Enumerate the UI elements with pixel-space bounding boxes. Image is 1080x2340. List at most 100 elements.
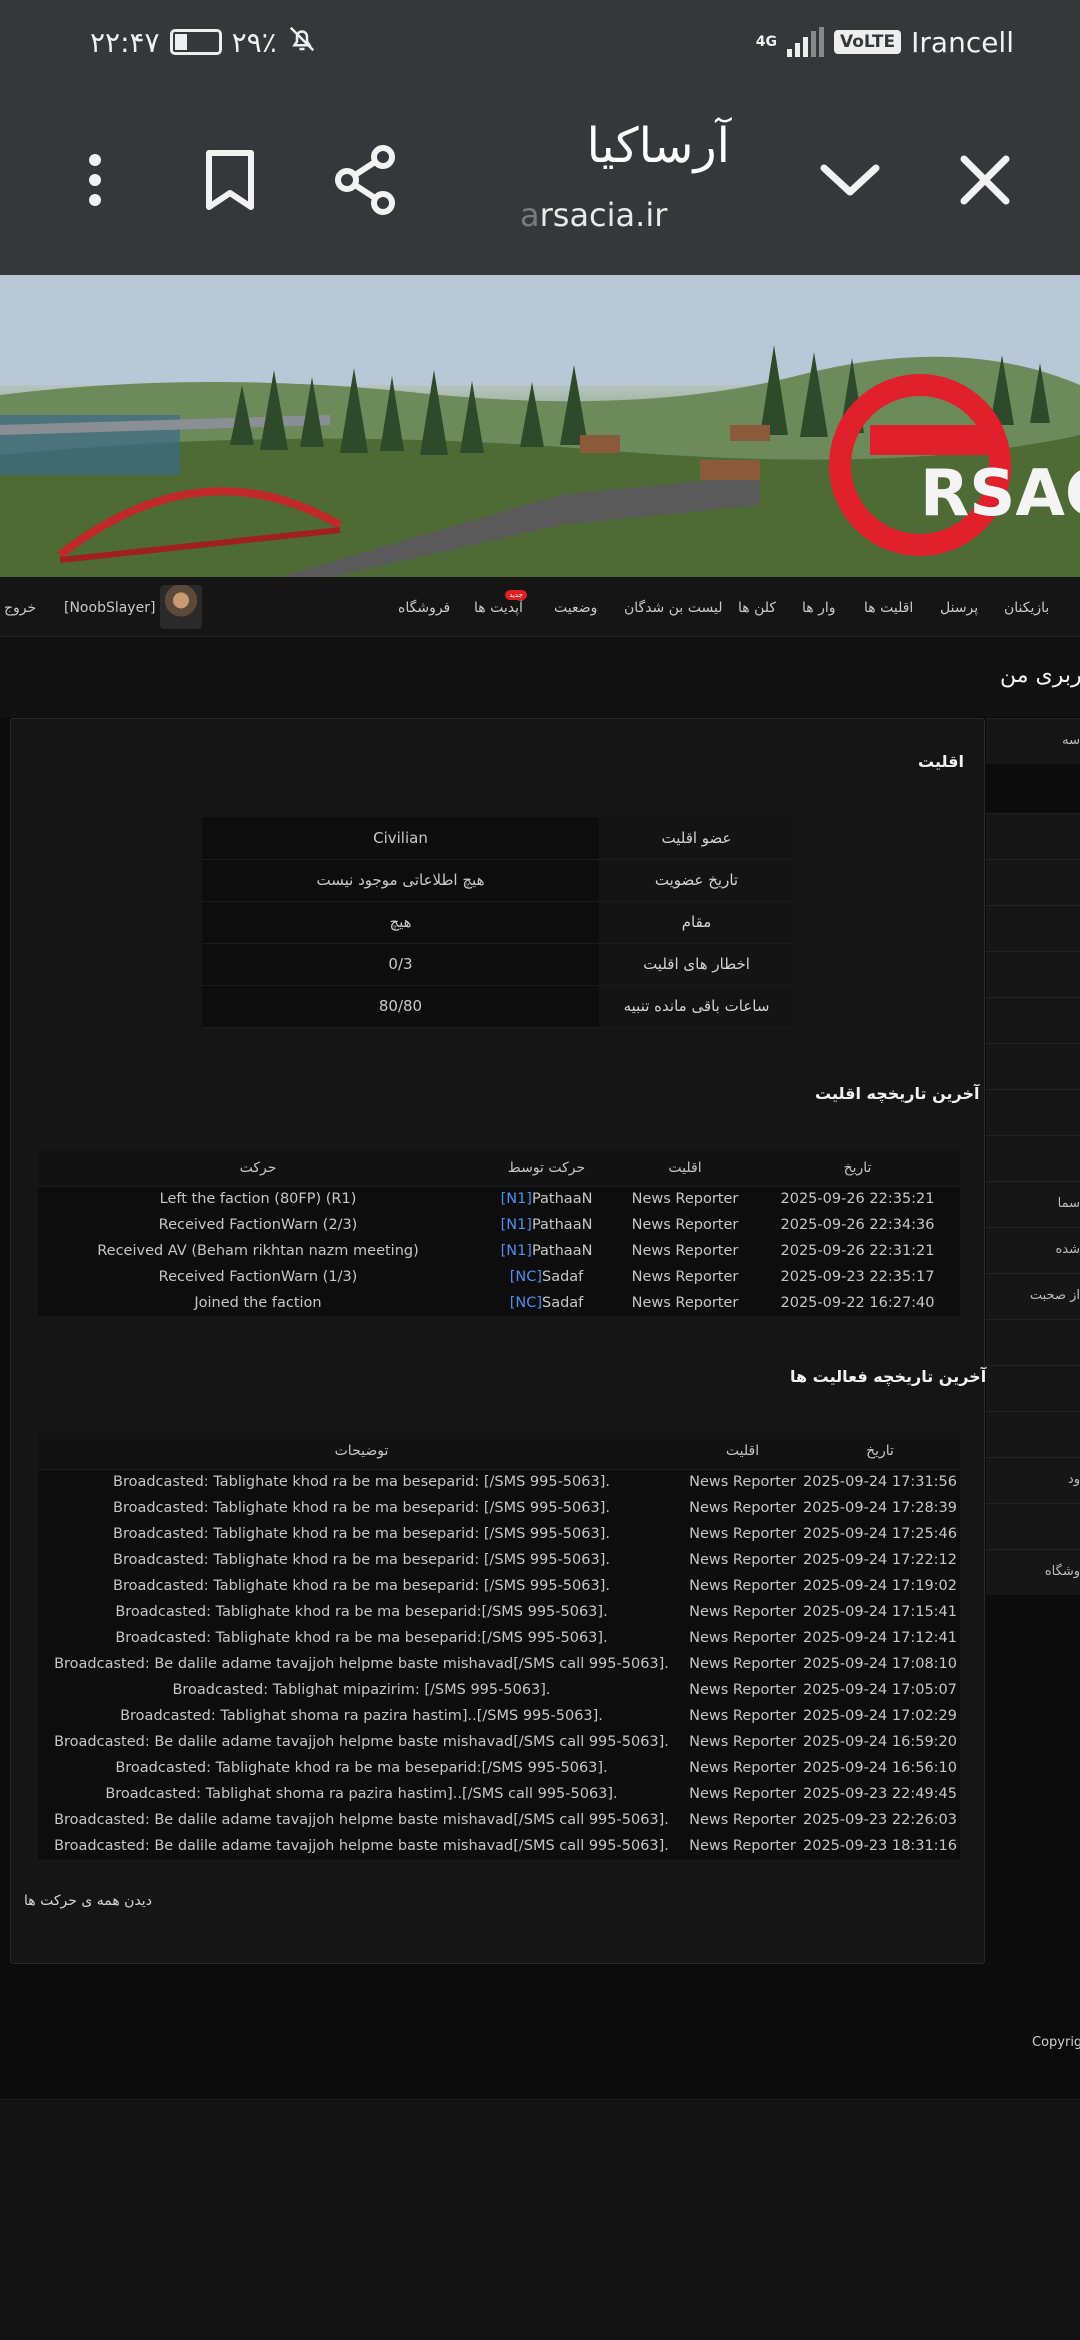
info-label: تاریخ عضویت	[599, 859, 794, 902]
faction-link[interactable]: News Reporter	[615, 1264, 755, 1290]
description-cell: Broadcasted: Tablighat shoma ra pazira h…	[120, 1708, 603, 1724]
faction-link[interactable]: News Reporter	[685, 1807, 800, 1833]
nav-item-banned-list[interactable]: لیست بن شدگان	[624, 600, 722, 616]
faction-link[interactable]: News Reporter	[685, 1495, 800, 1521]
side-item[interactable]: وشگاه	[986, 1549, 1080, 1595]
side-item[interactable]	[986, 1089, 1080, 1135]
side-item[interactable]: ود	[986, 1457, 1080, 1503]
kebab-menu-icon[interactable]	[55, 140, 135, 220]
description-cell: Broadcasted: Be dalile adame tavajjoh he…	[54, 1734, 669, 1750]
info-row: 80/80 ساعات باقی مانده تنبیه	[202, 985, 794, 1028]
col-action: حرکت	[38, 1150, 478, 1187]
table-row: Broadcasted: Be dalile adame tavajjoh he…	[38, 1729, 960, 1755]
side-item[interactable]: سما	[986, 1181, 1080, 1227]
side-item[interactable]	[986, 859, 1080, 905]
faction-link[interactable]: News Reporter	[685, 1755, 800, 1781]
member-tag: [N1]	[500, 1243, 532, 1259]
description-cell: Broadcasted: Be dalile adame tavajjoh he…	[54, 1838, 669, 1854]
date-cell: 2025-09-23 18:31:16	[803, 1838, 957, 1854]
by-cell[interactable]: [NC]Sadaf	[478, 1290, 615, 1316]
col-description: توضیحات	[38, 1433, 685, 1470]
faction-link[interactable]: News Reporter	[685, 1521, 800, 1547]
date-cell: 2025-09-24 17:05:07	[803, 1682, 957, 1698]
side-item[interactable]	[986, 813, 1080, 859]
faction-link[interactable]: News Reporter	[685, 1833, 800, 1859]
by-cell[interactable]: [N1]PathaaN	[478, 1238, 615, 1264]
by-cell[interactable]: [NC]Sadaf	[478, 1264, 615, 1290]
battery-icon	[169, 29, 222, 55]
faction-link[interactable]: News Reporter	[685, 1469, 800, 1495]
close-icon[interactable]	[945, 140, 1025, 220]
side-item[interactable]	[986, 1411, 1080, 1457]
faction-link[interactable]: News Reporter	[615, 1238, 755, 1264]
member-tag: [NC]	[509, 1295, 542, 1311]
side-item[interactable]: سه	[986, 718, 1080, 764]
date-cell: 2025-09-24 17:25:46	[803, 1526, 957, 1542]
page-bottom	[0, 2101, 1080, 2340]
side-item[interactable]	[986, 1043, 1080, 1089]
activity-history-body: Broadcasted: Tablighate khod ra be ma be…	[38, 1469, 960, 1859]
view-all-link[interactable]: دیدن همه ی حرکت ها	[24, 1893, 152, 1909]
browser-chrome: ۲۲:۴۷ ۲۹٪ 4G VoLTE Irancell آرساکیا arsa…	[0, 0, 1080, 275]
description-cell: Broadcasted: Tablighate khod ra be ma be…	[113, 1500, 610, 1516]
nav-item-clans[interactable]: کلن ها	[738, 600, 776, 616]
faction-history-table: حرکت حرکت توسط اقلیت تاریخ Left the fact…	[38, 1150, 960, 1316]
side-item[interactable]	[986, 997, 1080, 1043]
faction-link[interactable]: News Reporter	[685, 1625, 800, 1651]
nav-item-updates[interactable]: آپدیت ها جدید	[474, 590, 527, 616]
faction-link[interactable]: News Reporter	[615, 1290, 755, 1316]
table-row: Broadcasted: Tablighate khod ra be ma be…	[38, 1599, 960, 1625]
side-item[interactable]: از صحبت	[986, 1273, 1080, 1319]
member-name: PathaaN	[531, 1191, 593, 1208]
nav-item-status[interactable]: وضعیت	[554, 600, 597, 616]
carrier-name: Irancell	[911, 25, 1014, 59]
side-item[interactable]	[986, 1365, 1080, 1411]
faction-link[interactable]: News Reporter	[685, 1599, 800, 1625]
faction-link[interactable]: News Reporter	[685, 1651, 800, 1677]
nav-item-staff[interactable]: پرسنل	[940, 600, 978, 616]
nav-item-players[interactable]: بازیکنان	[1004, 600, 1049, 616]
logout-link[interactable]: خروج	[4, 600, 36, 616]
side-item[interactable]: شده	[986, 1227, 1080, 1273]
faction-link[interactable]: News Reporter	[615, 1186, 755, 1212]
nav-item-wars[interactable]: وار ها	[802, 600, 836, 616]
faction-link[interactable]: News Reporter	[685, 1547, 800, 1573]
faction-link[interactable]: News Reporter	[685, 1573, 800, 1599]
table-row: Broadcasted: Tablighat shoma ra pazira h…	[38, 1703, 960, 1729]
faction-link[interactable]: News Reporter	[685, 1677, 800, 1703]
description-cell: Broadcasted: Be dalile adame tavajjoh he…	[54, 1656, 669, 1672]
side-item[interactable]	[986, 1503, 1080, 1549]
by-cell[interactable]: [N1]PathaaN	[478, 1212, 615, 1238]
faction-link[interactable]: News Reporter	[685, 1781, 800, 1807]
by-cell[interactable]: [N1]PathaaN	[478, 1186, 615, 1212]
side-item[interactable]	[986, 1135, 1080, 1181]
faction-link[interactable]: News Reporter	[685, 1729, 800, 1755]
page-title: آرساکیا	[586, 118, 730, 174]
status-right: 4G VoLTE Irancell	[756, 22, 1014, 62]
faction-info-table: Civilian عضو اقلیت هیچ اطلاعاتی موجود نیس…	[202, 817, 794, 1028]
side-item[interactable]	[986, 905, 1080, 951]
date-cell: 2025-09-24 17:15:41	[803, 1604, 957, 1620]
action-cell: Received FactionWarn (2/3)	[158, 1217, 358, 1233]
faction-link[interactable]: News Reporter	[685, 1703, 800, 1729]
table-header-row: حرکت حرکت توسط اقلیت تاریخ	[38, 1150, 960, 1187]
url-text[interactable]: arsacia.ir	[520, 196, 667, 234]
info-value: 80/80	[202, 985, 599, 1028]
side-item[interactable]	[986, 951, 1080, 997]
table-row: Broadcasted: Tablighat mipazirim: [/SMS …	[38, 1677, 960, 1703]
nav-item-shop[interactable]: فروشگاه	[398, 600, 450, 616]
page-heading: کاربری من	[1000, 663, 1080, 688]
nav-item-factions[interactable]: اقلیت ها	[864, 600, 913, 616]
date-cell: 2025-09-24 16:56:10	[803, 1760, 957, 1776]
username[interactable]: [NoobSlayer]	[64, 600, 155, 616]
side-item[interactable]	[986, 1319, 1080, 1365]
action-cell: Joined the faction	[194, 1295, 322, 1311]
bookmark-icon[interactable]	[190, 140, 270, 220]
share-icon[interactable]	[325, 140, 405, 220]
copyright: Copyright	[1032, 2035, 1080, 2050]
avatar[interactable]	[160, 585, 202, 629]
table-row: Broadcasted: Tablighate khod ra be ma be…	[38, 1547, 960, 1573]
info-value: هیچ	[202, 901, 599, 944]
chevron-down-icon[interactable]	[810, 140, 890, 220]
faction-link[interactable]: News Reporter	[615, 1212, 755, 1238]
